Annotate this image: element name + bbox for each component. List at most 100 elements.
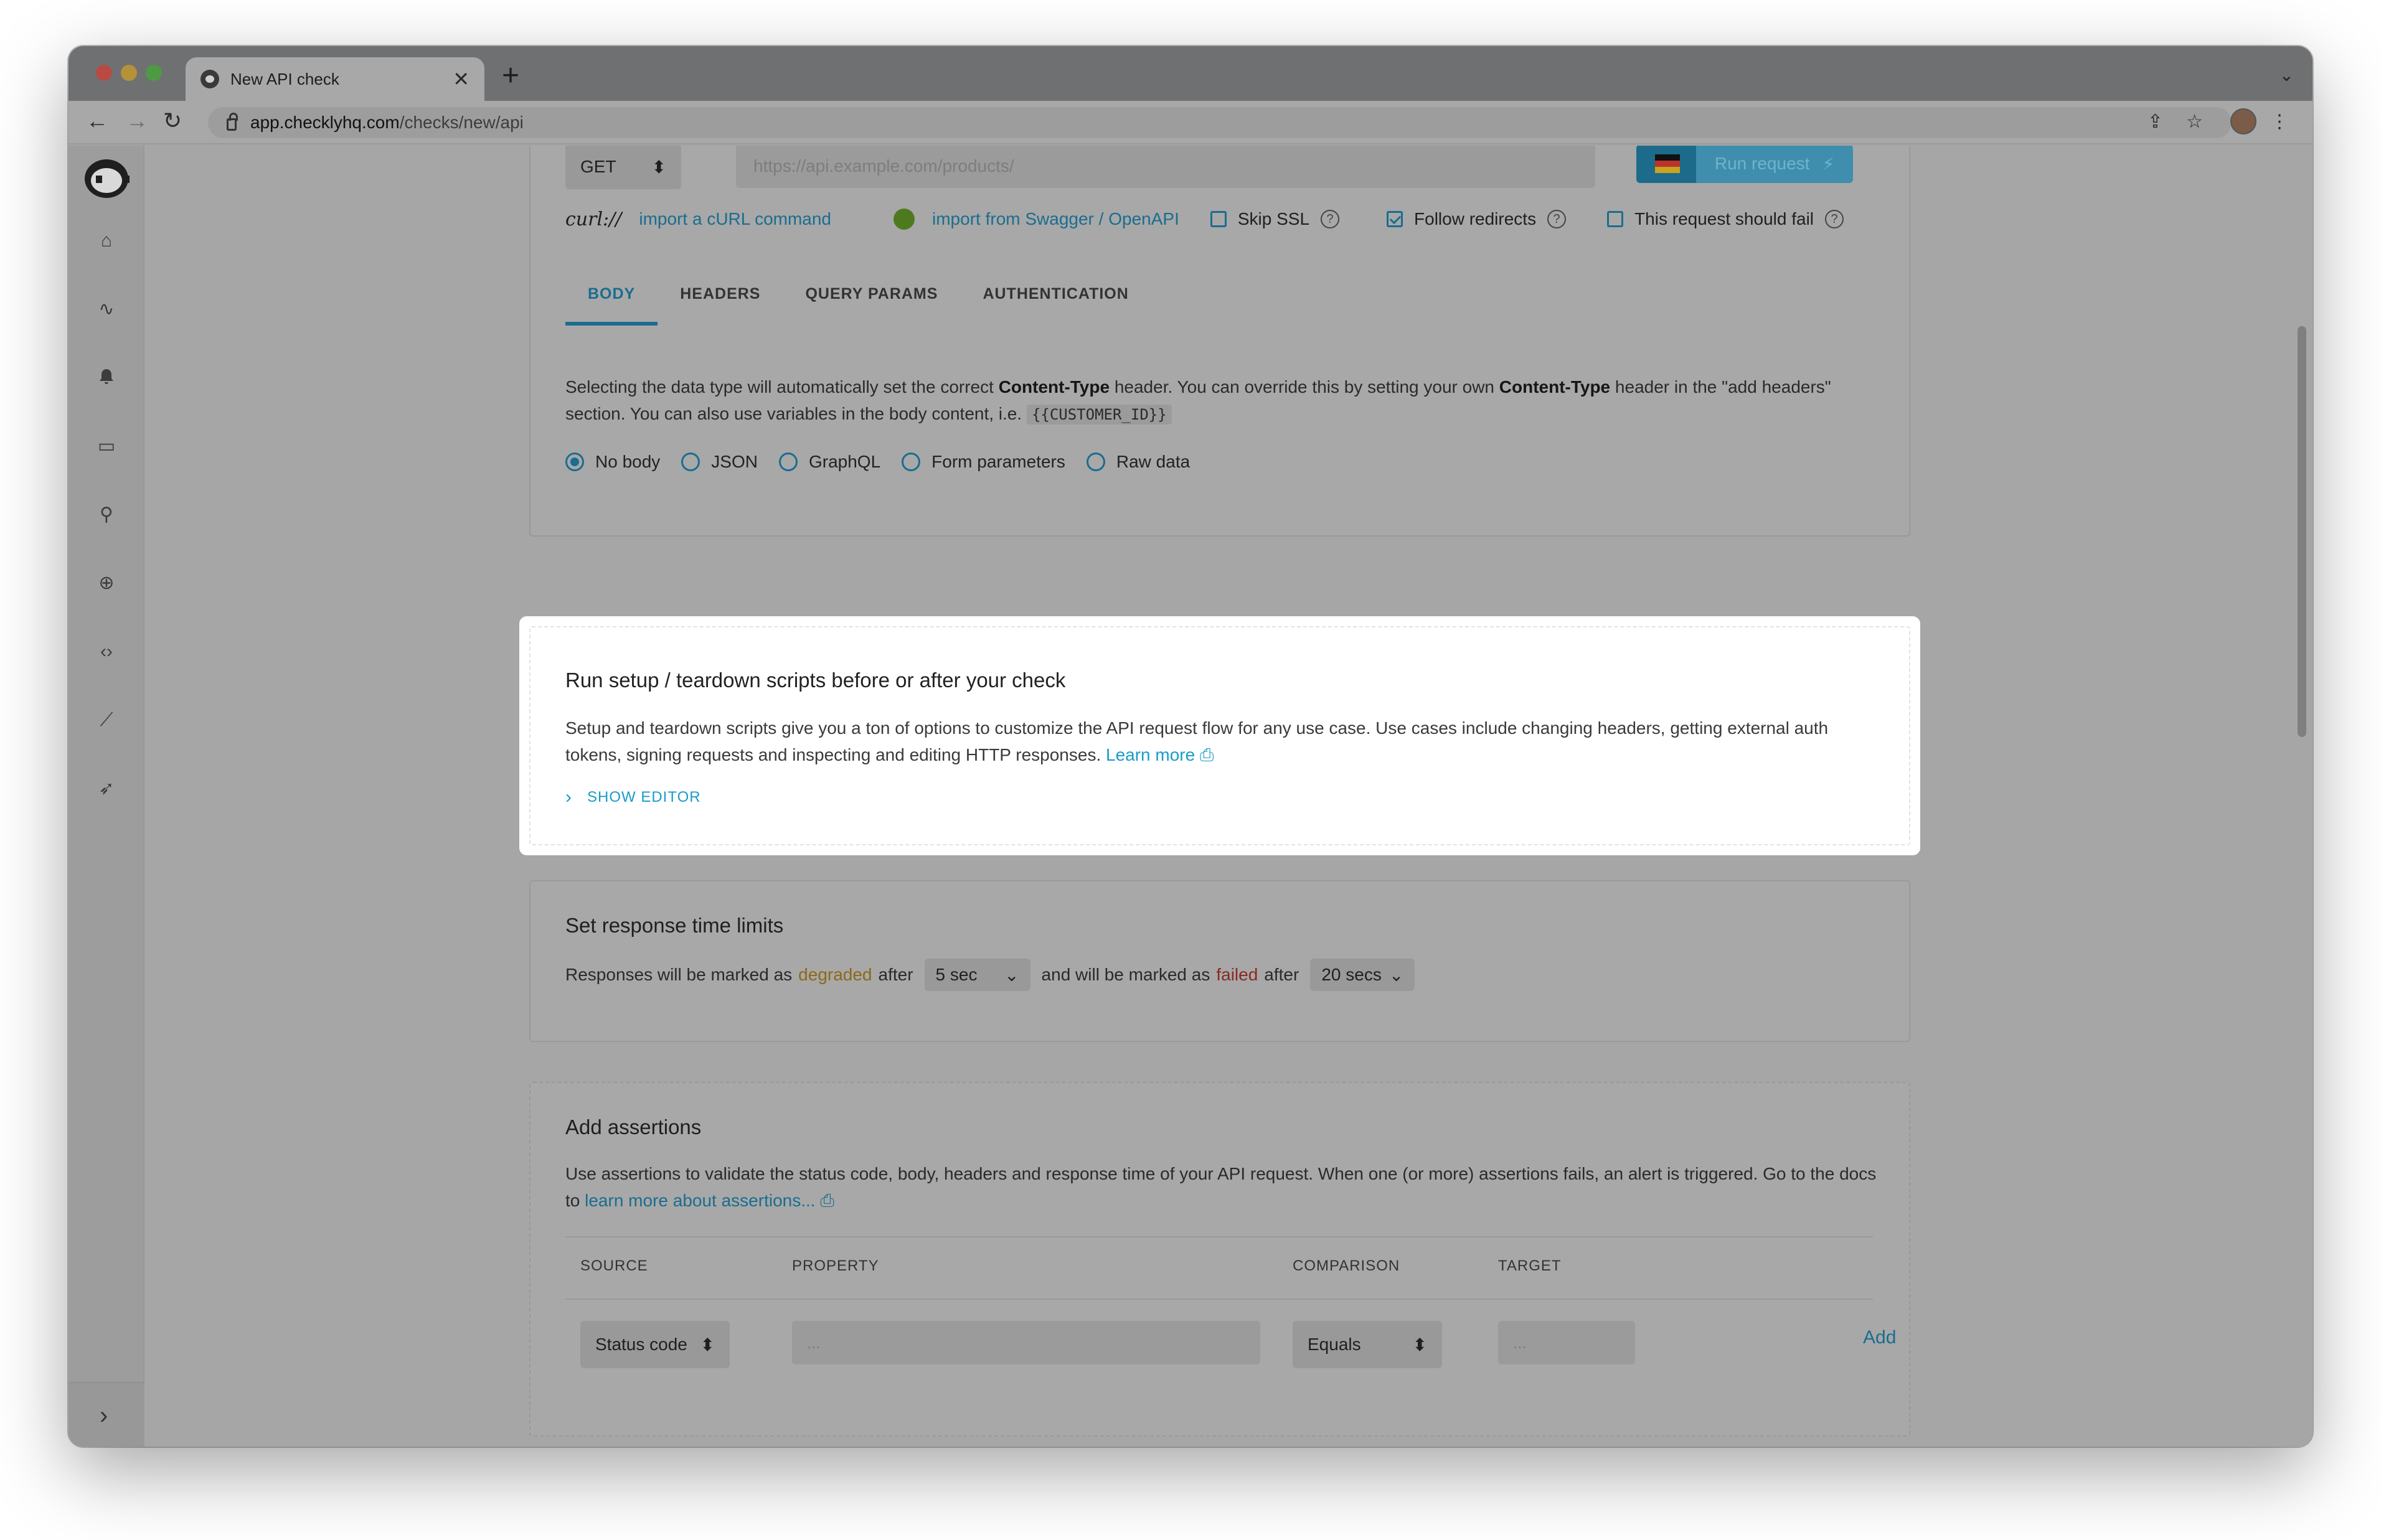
activity-icon[interactable]: ∿: [96, 299, 117, 320]
skip-ssl-option[interactable]: Skip SSL ?: [1210, 209, 1340, 229]
tab-search-chevron-icon[interactable]: ⌄: [2280, 65, 2294, 85]
help-icon[interactable]: ?: [1547, 210, 1567, 228]
help-icon[interactable]: ?: [1825, 210, 1844, 228]
close-tab-icon[interactable]: ✕: [453, 69, 469, 89]
property-input[interactable]: ...: [792, 1321, 1260, 1364]
assertions-card: Add assertions Use assertions to validat…: [529, 1082, 1910, 1437]
assertions-description: Use assertions to validate the status co…: [565, 1164, 1877, 1210]
body-description: Selecting the data type will automatical…: [565, 377, 1831, 425]
tab-title: New API check: [230, 69, 339, 88]
heartbeat-icon[interactable]: ⚲: [96, 504, 117, 525]
header-property: PROPERTY: [792, 1257, 879, 1274]
body-type-raw[interactable]: Raw data: [1086, 452, 1190, 472]
browser-menu-icon[interactable]: ⋮: [2270, 111, 2289, 133]
tab-body[interactable]: BODY: [565, 285, 658, 326]
follow-redirects-checkbox[interactable]: [1387, 211, 1403, 227]
bookmark-star-icon[interactable]: ☆: [2186, 111, 2203, 133]
radio-button[interactable]: [681, 453, 700, 471]
should-fail-label: This request should fail: [1634, 209, 1814, 228]
close-window-button[interactable]: [96, 65, 112, 81]
url-input[interactable]: https://api.example.com/products/: [736, 146, 1595, 188]
comparison-select[interactable]: Equals ⬍: [1293, 1321, 1442, 1368]
address-bar[interactable]: app.checklyhq.com /checks/new/api: [208, 107, 2232, 138]
failed-label: failed: [1216, 965, 1258, 984]
bell-icon[interactable]: [96, 367, 117, 388]
url-path: /checks/new/api: [399, 113, 524, 132]
failed-time-select[interactable]: 20 secs ⌄: [1310, 959, 1415, 991]
url-host: app.checklyhq.com: [250, 113, 400, 132]
header-source: SOURCE: [580, 1257, 648, 1274]
scripts-description: Setup and teardown scripts give you a to…: [565, 718, 1829, 764]
body-type-no-body[interactable]: No body: [565, 452, 660, 472]
setup-teardown-card: Run setup / teardown scripts before or a…: [529, 626, 1910, 845]
tab-authentication[interactable]: AUTHENTICATION: [960, 285, 1151, 326]
reload-icon[interactable]: ↻: [163, 110, 182, 132]
run-request-group: Run request ⚡: [1636, 146, 1853, 183]
body-type-graphql[interactable]: GraphQL: [778, 452, 880, 472]
degraded-time-select[interactable]: 5 sec ⌄: [924, 959, 1030, 991]
share-icon[interactable]: ⇪: [2148, 111, 2163, 133]
scripts-title: Run setup / teardown scripts before or a…: [565, 669, 1066, 692]
response-time-row: Responses will be marked as degraded aft…: [565, 959, 1426, 991]
radio-button[interactable]: [778, 453, 798, 471]
chevron-right-icon: ›: [100, 1402, 108, 1429]
radio-button[interactable]: [1086, 453, 1105, 471]
curl-logo-icon: curl://: [565, 208, 622, 230]
lock-icon: [227, 113, 238, 131]
degraded-label: degraded: [798, 965, 872, 984]
sidebar-expand-button[interactable]: ›: [68, 1382, 144, 1447]
source-select[interactable]: Status code ⬍: [580, 1321, 730, 1368]
run-request-button[interactable]: Run request ⚡: [1696, 146, 1853, 183]
home-icon[interactable]: ⌂: [96, 230, 117, 251]
chevron-down-icon: ⌄: [1004, 965, 1019, 985]
learn-more-assertions-link[interactable]: learn more about assertions...: [585, 1191, 815, 1210]
show-editor-toggle[interactable]: › SHOW EDITOR: [565, 787, 701, 808]
minimize-window-button[interactable]: [121, 65, 137, 81]
new-tab-button[interactable]: +: [502, 61, 519, 91]
checkly-logo-icon[interactable]: [85, 159, 130, 198]
show-editor-label: SHOW EDITOR: [587, 789, 701, 805]
method-select[interactable]: GET ⬍: [565, 146, 681, 189]
maximize-window-button[interactable]: [146, 65, 162, 81]
page-scrollbar[interactable]: [2298, 326, 2306, 737]
updown-icon: ⬍: [1412, 1335, 1427, 1355]
tab-headers[interactable]: HEADERS: [658, 285, 783, 326]
learn-more-link[interactable]: Learn more: [1106, 745, 1195, 764]
checkly-favicon-icon: [200, 70, 219, 88]
import-swagger-link[interactable]: import from Swagger / OpenAPI: [932, 209, 1179, 229]
updown-icon: ⬍: [651, 157, 666, 177]
forward-arrow-icon[interactable]: →: [126, 110, 148, 132]
body-type-json[interactable]: JSON: [681, 452, 758, 472]
globe-icon[interactable]: ⊕: [96, 573, 117, 594]
location-flag-button[interactable]: [1636, 146, 1696, 183]
import-curl-link[interactable]: import a cURL command: [639, 209, 831, 229]
swagger-icon: [893, 209, 915, 230]
rocket-icon[interactable]: ➶: [96, 778, 117, 799]
chevron-right-icon: ›: [565, 787, 572, 807]
method-value: GET: [580, 157, 616, 176]
help-icon[interactable]: ?: [1321, 210, 1340, 228]
follow-redirects-label: Follow redirects: [1414, 209, 1537, 228]
body-type-radios: No body JSON GraphQL Form parameters Raw…: [565, 452, 1211, 472]
should-fail-checkbox[interactable]: [1607, 211, 1624, 227]
radio-button[interactable]: [565, 453, 584, 471]
should-fail-option[interactable]: This request should fail ?: [1607, 209, 1844, 229]
profile-avatar[interactable]: [2230, 108, 2256, 134]
chevron-down-icon: ⌄: [1389, 965, 1404, 985]
body-type-form[interactable]: Form parameters: [902, 452, 1065, 472]
radio-button[interactable]: [902, 453, 921, 471]
code-icon[interactable]: ‹›: [96, 641, 117, 662]
follow-redirects-option[interactable]: Follow redirects ?: [1387, 209, 1567, 229]
browser-tab[interactable]: New API check ✕: [186, 57, 484, 101]
chart-icon[interactable]: ⟋: [96, 710, 117, 731]
skip-ssl-label: Skip SSL: [1237, 209, 1310, 228]
target-input[interactable]: ...: [1498, 1321, 1635, 1364]
request-tabs: BODY HEADERS QUERY PARAMS AUTHENTICATION: [565, 285, 1151, 326]
back-arrow-icon[interactable]: ←: [86, 110, 108, 132]
skip-ssl-checkbox[interactable]: [1210, 211, 1227, 227]
assertions-title: Add assertions: [565, 1115, 702, 1139]
tab-query-params[interactable]: QUERY PARAMS: [783, 285, 960, 326]
add-assertion-button[interactable]: Add: [1863, 1327, 1896, 1348]
monitor-icon[interactable]: ▭: [96, 436, 117, 457]
header-comparison: COMPARISON: [1293, 1257, 1400, 1274]
